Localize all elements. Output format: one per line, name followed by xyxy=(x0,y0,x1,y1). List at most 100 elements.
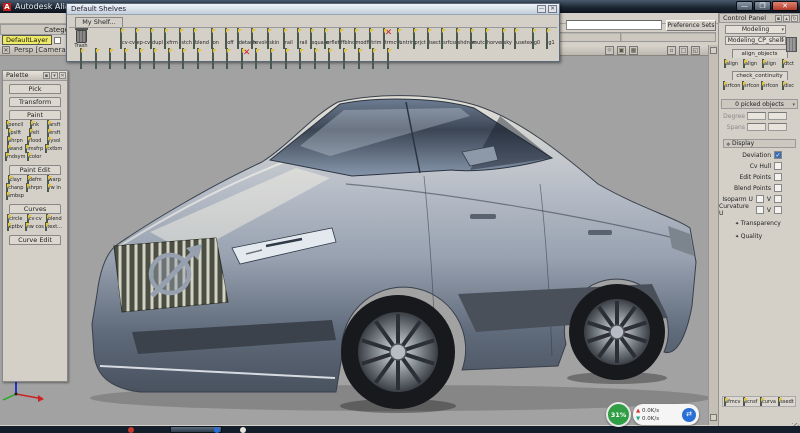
grid-icon[interactable]: ▦ xyxy=(629,46,638,55)
degree-v-field[interactable] xyxy=(768,112,787,120)
paint-edit-tool[interactable]: shrpn xyxy=(25,184,45,191)
shelf-tool[interactable]: rail xyxy=(295,29,310,48)
layer-visibility-checkbox[interactable] xyxy=(54,37,61,44)
shelf-tool[interactable]: ep·cv xyxy=(135,29,150,48)
cp-trash-icon[interactable] xyxy=(786,37,797,52)
shelf-tool[interactable]: detach xyxy=(237,29,252,48)
minimize-button[interactable]: — xyxy=(736,1,753,11)
curvature-u-checkbox[interactable] xyxy=(756,206,764,214)
paint-tool[interactable]: arsft xyxy=(44,121,64,128)
shelf-tool[interactable]: horver xyxy=(485,29,500,48)
tab-pick[interactable]: Pick xyxy=(9,84,61,94)
preference-sets-button[interactable]: Preference Sets xyxy=(666,20,716,31)
shelf-tool[interactable] xyxy=(103,49,118,68)
paint-edit-tool[interactable]: smbsp xyxy=(5,192,25,199)
shelf-tool[interactable]: usetex xyxy=(514,29,529,48)
close-button[interactable]: ✕ xyxy=(772,1,798,11)
align-tool[interactable]: align xyxy=(742,60,758,67)
tab-my-shelf[interactable]: My Shelf... xyxy=(75,17,123,27)
preset-dropdown[interactable]: Modeling xyxy=(725,25,786,34)
shelf-tool[interactable] xyxy=(74,49,89,68)
shelf-tool[interactable]: dupl xyxy=(149,29,164,48)
shelf-tool[interactable] xyxy=(89,49,104,68)
default-layer-chip[interactable]: DefaultLayer xyxy=(2,35,52,45)
curves-tool[interactable]: nw cos xyxy=(25,223,45,230)
taskbar-app-icon[interactable] xyxy=(128,427,134,433)
shelf-tool[interactable] xyxy=(366,49,381,68)
paint-tool[interactable]: felt xyxy=(25,129,45,136)
shelf-tool[interactable] xyxy=(337,49,352,68)
curves-tool[interactable]: kptbv xyxy=(5,223,25,230)
shelf-tool[interactable]: mutcl xyxy=(470,29,485,48)
shelf-tool[interactable] xyxy=(235,49,250,68)
shelf-tool[interactable]: ffblnd xyxy=(339,29,354,48)
align-tool[interactable]: align xyxy=(723,60,739,67)
shelf-tool[interactable] xyxy=(278,49,293,68)
viewport-maximize-icon[interactable]: □ xyxy=(679,46,688,55)
shelf-tool[interactable]: trmcvt xyxy=(383,29,398,48)
continuity-tool[interactable]: srfcon xyxy=(761,82,777,89)
shelf-tool[interactable] xyxy=(293,49,308,68)
viewport-close-icon[interactable]: ✕ xyxy=(2,46,10,54)
paint-tool[interactable]: txtbm xyxy=(44,145,64,152)
perspective-viewport[interactable] xyxy=(0,56,708,425)
cp-collapse-icon[interactable]: ▴ xyxy=(783,15,790,22)
shelf-tool[interactable]: blend xyxy=(193,29,208,48)
continuity-tool[interactable]: srfcon xyxy=(723,82,739,89)
paint-tool[interactable]: color xyxy=(25,153,45,160)
isoparm-u-checkbox[interactable] xyxy=(756,195,764,203)
shelf-tool[interactable] xyxy=(380,49,395,68)
shelf-tool[interactable] xyxy=(308,49,323,68)
paint-tool[interactable]: pslft xyxy=(5,129,25,136)
paint-edit-tool[interactable]: defm xyxy=(25,176,45,183)
viewport-layout-icon[interactable]: ◱ xyxy=(691,46,700,55)
trash-tool[interactable]: Trash xyxy=(71,30,91,49)
palette-close-icon[interactable]: ✕ xyxy=(59,72,66,79)
evaluation-tool[interactable]: curva xyxy=(760,398,777,405)
deviation-checkbox[interactable] xyxy=(774,151,782,159)
shelf-tool[interactable]: trim xyxy=(368,29,383,48)
shelf-tool[interactable]: on xyxy=(208,29,223,48)
cp-refresh-icon[interactable]: ↻ xyxy=(791,15,798,22)
shelf-tool[interactable] xyxy=(249,49,264,68)
shelf-tool[interactable] xyxy=(162,49,177,68)
camera-icon[interactable]: ▣ xyxy=(617,46,626,55)
isoparm-v-checkbox[interactable] xyxy=(774,195,782,203)
shelf-tool[interactable]: untrim xyxy=(397,29,412,48)
paint-tool[interactable]: wand xyxy=(5,145,25,152)
quality-section[interactable]: Quality xyxy=(735,233,800,240)
taskbar-app-icon[interactable] xyxy=(240,427,246,433)
tab-curve-edit[interactable]: Curve Edit xyxy=(9,235,61,245)
tab-check-continuity[interactable]: check_continuity xyxy=(732,71,788,80)
paint-edit-tool[interactable]: rw in xyxy=(44,184,64,191)
cp-dock-icon[interactable]: ▪ xyxy=(775,15,782,22)
curvature-v-checkbox[interactable] xyxy=(774,206,782,214)
curves-tool[interactable]: cv·cv xyxy=(25,215,45,222)
editpoints-checkbox[interactable] xyxy=(774,173,782,181)
lightbulb-icon[interactable]: ☼ xyxy=(605,46,614,55)
control-panel-title-bar[interactable]: Control Panel ▪ ▴ ↻ xyxy=(719,13,800,23)
blendpoints-checkbox[interactable] xyxy=(774,184,782,192)
shelf-close-icon[interactable]: ✕ xyxy=(548,5,557,13)
shelf-tool[interactable] xyxy=(351,49,366,68)
shelf-tool[interactable] xyxy=(322,49,337,68)
prompt-input[interactable] xyxy=(566,20,662,30)
continuity-tool[interactable]: srfcon xyxy=(742,82,758,89)
shelf-tool[interactable]: square xyxy=(310,29,325,48)
paint-edit-tool[interactable]: clayr xyxy=(5,176,25,183)
align-tool[interactable]: align xyxy=(761,60,777,67)
shelf-tool[interactable]: revolv xyxy=(251,29,266,48)
maximize-button[interactable]: ❐ xyxy=(754,1,771,11)
spans-v-field[interactable] xyxy=(768,123,787,131)
shelf-tool[interactable] xyxy=(118,49,133,68)
cvhull-checkbox[interactable] xyxy=(774,162,782,170)
palette-title-bar[interactable]: Palette ▪ ▾ ✕ xyxy=(3,71,67,81)
evaluation-tool[interactable]: scnsf xyxy=(742,398,759,405)
paint-tool[interactable]: shrpn xyxy=(5,137,25,144)
shelf-tool[interactable] xyxy=(205,49,220,68)
evaluation-tool[interactable]: ssedt xyxy=(778,398,795,405)
shelf-tool[interactable]: sky xyxy=(499,29,514,48)
tab-align-objects[interactable]: align_objects xyxy=(732,49,788,58)
curves-tool[interactable]: circle xyxy=(5,215,25,222)
paint-tool[interactable]: lysol xyxy=(44,137,64,144)
